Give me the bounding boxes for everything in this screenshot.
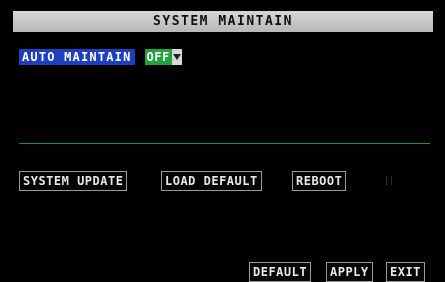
reboot-button[interactable]: REBOOT (292, 171, 347, 191)
apply-button[interactable]: APPLY (326, 262, 373, 282)
auto-maintain-select[interactable]: OFF (144, 49, 182, 65)
faint-artifact (386, 176, 392, 185)
load-default-button[interactable]: LOAD DEFAULT (161, 171, 262, 191)
auto-maintain-label: AUTO MAINTAIN (19, 49, 135, 65)
auto-maintain-row: AUTO MAINTAIN OFF (19, 48, 182, 66)
exit-button[interactable]: EXIT (386, 262, 425, 282)
default-button[interactable]: DEFAULT (249, 262, 312, 282)
system-maintain-screen: SYSTEM MAINTAIN AUTO MAINTAIN OFF SYSTEM… (0, 0, 445, 282)
section-divider (19, 143, 430, 144)
chevron-down-icon[interactable] (171, 49, 182, 65)
window-title: SYSTEM MAINTAIN (13, 11, 433, 32)
auto-maintain-value: OFF (146, 50, 170, 64)
system-update-button[interactable]: SYSTEM UPDATE (19, 171, 128, 191)
chevron-down-icon-glyph (172, 54, 181, 60)
